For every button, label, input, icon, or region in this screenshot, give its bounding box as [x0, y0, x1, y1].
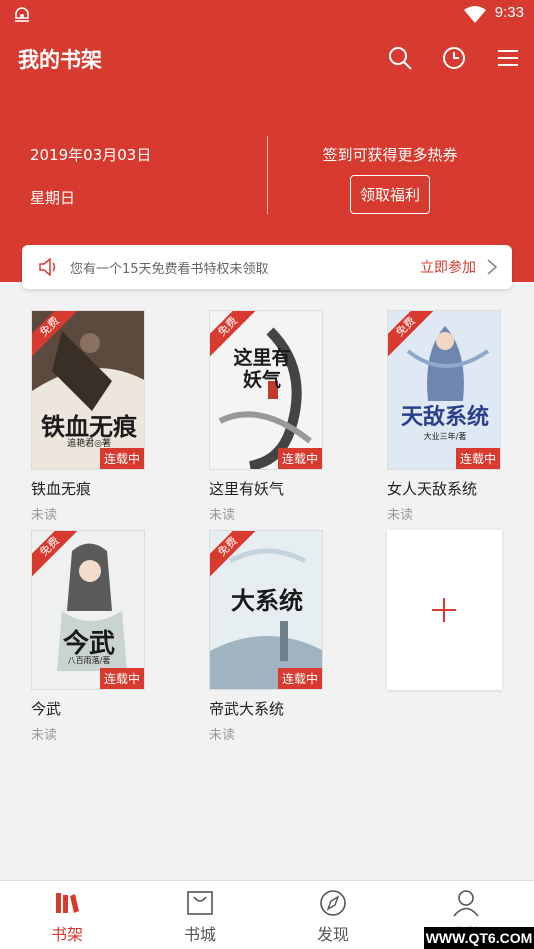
add-book-button[interactable]	[387, 530, 502, 690]
book-status: 未读	[31, 728, 58, 743]
book-status: 未读	[209, 728, 236, 743]
book-title: 帝武大系统	[209, 700, 285, 718]
book-title: 今武	[31, 700, 62, 718]
book-card[interactable]: 天敌系统 大业三年/著 免费 连载中 女人天敌系统 未读	[387, 310, 503, 523]
status-bar: 9:33	[0, 0, 534, 30]
weekday-text: 星期日	[30, 189, 76, 207]
person-icon	[453, 890, 479, 917]
serializing-badge: 连载中	[277, 448, 322, 469]
tab-discover[interactable]: 发现	[293, 889, 373, 945]
book-cover[interactable]: 今武 八百雨落/著 免费 连载中	[31, 530, 145, 690]
speaker-icon	[39, 258, 56, 276]
history-icon[interactable]	[440, 44, 468, 72]
cover-author: 大业三年/著	[423, 432, 467, 441]
book-cover[interactable]: 这里有妖气 免费 连载中	[209, 310, 323, 470]
date-box: 2019年03月03日 星期日	[30, 144, 151, 208]
page-title: 我的书架	[18, 48, 102, 72]
header-divider	[267, 136, 268, 214]
date-text: 2019年03月03日	[30, 146, 152, 164]
book-card[interactable]: 铁血无痕 追艳君◎著 免费 连载中 铁血无痕 未读	[31, 310, 147, 523]
book-cover[interactable]: 天敌系统 大业三年/著 免费 连载中	[387, 310, 501, 470]
checkin-text: 签到可获得更多热券	[322, 146, 458, 164]
bookshelf-icon	[56, 893, 79, 913]
claim-reward-button[interactable]: 领取福利	[349, 175, 430, 214]
tab-label: 书城	[183, 925, 216, 944]
book-status: 未读	[387, 508, 414, 523]
book-cover[interactable]: 大系统 免费 连载中	[209, 530, 323, 690]
book-card[interactable]: 大系统 免费 连载中 帝武大系统 未读	[209, 530, 325, 743]
plus-icon	[432, 598, 456, 622]
tab-label: 书架	[50, 925, 83, 944]
tab-bookstore[interactable]: 书城	[160, 889, 240, 945]
book-title: 这里有妖气	[209, 480, 285, 498]
promo-banner[interactable]: 您有一个15天免费看书特权未领取 立即参加	[22, 245, 512, 289]
wifi-icon	[464, 6, 486, 23]
book-status: 未读	[209, 508, 236, 523]
serializing-badge: 连载中	[99, 448, 144, 469]
notification-icon	[15, 7, 29, 22]
tab-bookshelf[interactable]: 书架	[27, 889, 107, 945]
compass-icon	[320, 890, 346, 916]
watermark: WWW.QT6.COM	[424, 927, 534, 949]
tab-label: 发现	[316, 925, 349, 944]
book-status: 未读	[31, 508, 58, 523]
cover-title: 天敌系统	[400, 404, 489, 430]
checkin-box: 签到可获得更多热券 领取福利	[290, 144, 490, 214]
cover-author: 八百雨落/著	[67, 656, 111, 665]
book-title: 女人天敌系统	[387, 480, 478, 498]
book-card[interactable]: 这里有妖气 免费 连载中 这里有妖气 未读	[209, 310, 325, 523]
join-now-link[interactable]: 立即参加	[420, 257, 476, 277]
serializing-badge: 连载中	[277, 668, 322, 689]
serializing-badge: 连载中	[99, 668, 144, 689]
cover-title: 这里有妖气	[233, 347, 291, 391]
chevron-right-icon	[487, 259, 498, 275]
bag-icon	[187, 891, 213, 915]
menu-icon[interactable]	[494, 44, 522, 72]
status-time: 9:33	[494, 4, 524, 21]
serializing-badge: 连载中	[455, 448, 500, 469]
search-icon[interactable]	[386, 44, 414, 72]
book-title: 铁血无痕	[31, 480, 92, 498]
book-card[interactable]: 今武 八百雨落/著 免费 连载中 今武 未读	[31, 530, 147, 743]
cover-title: 大系统	[231, 586, 303, 615]
promo-text: 您有一个15天免费看书特权未领取	[70, 262, 269, 277]
book-cover[interactable]: 铁血无痕 追艳君◎著 免费 连载中	[31, 310, 145, 470]
